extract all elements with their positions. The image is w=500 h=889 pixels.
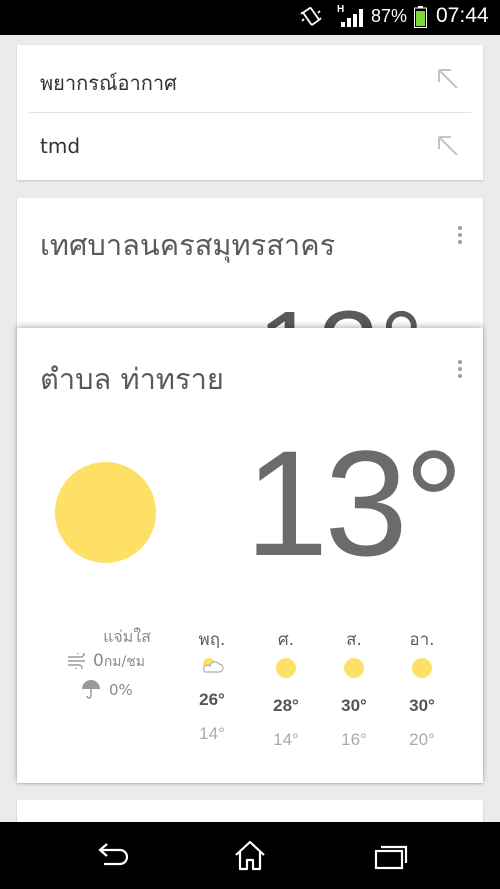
clock: 07:44: [436, 4, 489, 27]
arrow-up-left-icon[interactable]: [435, 66, 461, 92]
battery-percent: 87%: [371, 6, 408, 26]
recents-icon[interactable]: [368, 836, 412, 876]
day-name: อา.: [409, 630, 435, 650]
battery-icon: [414, 6, 427, 28]
wind-info: 0กม/ชม: [67, 651, 177, 671]
sunny-icon: [412, 658, 432, 678]
search-suggestions-card: พยากรณ์อากาศ tmd: [17, 45, 483, 180]
vibrate-icon: [300, 7, 322, 26]
sunny-icon: [55, 462, 156, 563]
status-bar: H 87% 07:44: [0, 0, 500, 35]
location-title: เทศบาลนครสมุทรสาคร: [40, 228, 336, 262]
high-temp: 28°: [273, 696, 299, 715]
precip-info: 0%: [81, 680, 171, 702]
high-temp: 26°: [199, 690, 225, 709]
low-temp: 14°: [199, 724, 225, 743]
low-temp: 16°: [341, 730, 367, 749]
arrow-up-left-icon[interactable]: [435, 133, 461, 159]
home-icon[interactable]: [228, 836, 272, 876]
suggestion-text: tmd: [40, 134, 81, 158]
low-temp: 20°: [409, 730, 435, 749]
back-icon[interactable]: [90, 836, 134, 876]
precip-chance: 0%: [109, 681, 133, 699]
wind-speed: 0: [93, 651, 104, 671]
day-name: ส.: [346, 630, 362, 650]
wind-unit: กม/ชม: [103, 654, 145, 670]
forecast-day: ศ. 28° 14°: [261, 626, 311, 750]
umbrella-icon: [82, 680, 100, 699]
navigation-bar: [0, 822, 500, 889]
weather-card-secondary[interactable]: เทศบาลนครสมุทรสาคร 13°: [17, 198, 483, 328]
location-title: ตำบล ท่าทราย: [40, 362, 224, 396]
day-name: ศ.: [277, 630, 295, 650]
day-name: พฤ.: [198, 630, 226, 650]
low-temp: 14°: [273, 730, 299, 749]
current-temperature: 13°: [245, 419, 464, 587]
high-temp: 30°: [341, 696, 367, 715]
signal-icon: [341, 9, 363, 27]
suggestion-item[interactable]: tmd: [17, 112, 483, 178]
more-options-icon[interactable]: [457, 226, 463, 248]
forecast-day: พฤ. 26° 14°: [187, 626, 237, 744]
forecast-day: ส. 30° 16°: [329, 626, 379, 750]
current-temperature: 13°: [257, 296, 423, 329]
suggestion-item[interactable]: พยากรณ์อากาศ: [17, 45, 483, 111]
wind-icon: [68, 653, 85, 669]
partly-cloudy-icon: [187, 652, 237, 688]
forecast-day: อา. 30° 20°: [397, 626, 447, 750]
high-temp: 30°: [409, 696, 435, 715]
more-options-icon[interactable]: [457, 360, 463, 382]
sunny-icon: [276, 658, 296, 678]
weather-card[interactable]: ตำบล ท่าทราย 13° แจ่มใส 0กม/ชม 0% พฤ. 26…: [17, 328, 483, 783]
sunny-icon: [344, 658, 364, 678]
condition-label: แจ่มใส: [103, 627, 151, 646]
suggestion-text: พยากรณ์อากาศ: [40, 71, 177, 95]
